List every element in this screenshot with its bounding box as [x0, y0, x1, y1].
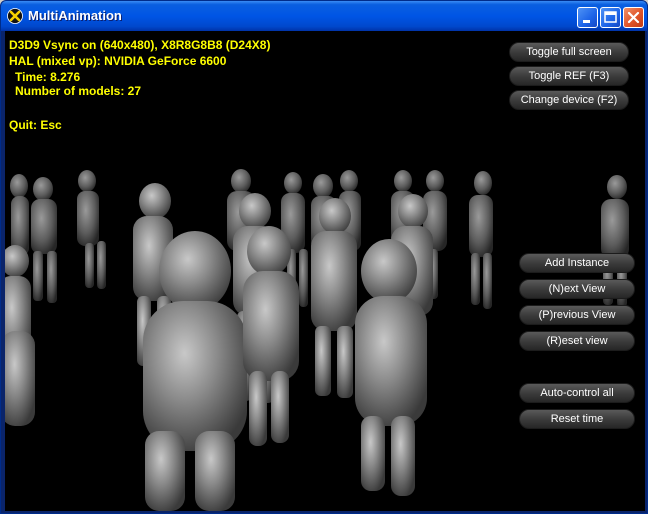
title-bar[interactable]: MultiAnimation	[1, 1, 647, 31]
next-view-button[interactable]: (N)ext View	[519, 279, 635, 299]
reset-time-button[interactable]: Reset time	[519, 409, 635, 429]
maximize-button[interactable]	[600, 7, 621, 28]
reset-view-button[interactable]: (R)eset view	[519, 331, 635, 351]
close-icon	[627, 11, 640, 24]
maximize-icon	[604, 11, 617, 23]
application-window: MultiAnimation D3D9 Vsync on (640x480), …	[0, 0, 648, 514]
hud-device-info: D3D9 Vsync on (640x480), X8R8G8B8 (D24X8…	[9, 38, 271, 52]
hud-model-count: Number of models: 27	[15, 84, 142, 98]
close-button[interactable]	[623, 7, 644, 28]
auto-control-all-button[interactable]: Auto-control all	[519, 383, 635, 403]
window-title: MultiAnimation	[28, 8, 122, 23]
previous-view-button[interactable]: (P)revious View	[519, 305, 635, 325]
toggle-full-screen-button[interactable]: Toggle full screen	[509, 42, 629, 62]
change-device-button[interactable]: Change device (F2)	[509, 90, 629, 110]
hud-adapter-info: HAL (mixed vp): NVIDIA GeForce 6600	[9, 54, 227, 68]
toggle-ref-button[interactable]: Toggle REF (F3)	[509, 66, 629, 86]
minimize-icon	[583, 20, 590, 23]
directx-x-icon	[7, 8, 23, 24]
add-instance-button[interactable]: Add Instance	[519, 253, 635, 273]
minimize-button[interactable]	[577, 7, 598, 28]
hud-quit-hint: Quit: Esc	[9, 118, 62, 132]
render-viewport[interactable]: D3D9 Vsync on (640x480), X8R8G8B8 (D24X8…	[5, 31, 645, 511]
